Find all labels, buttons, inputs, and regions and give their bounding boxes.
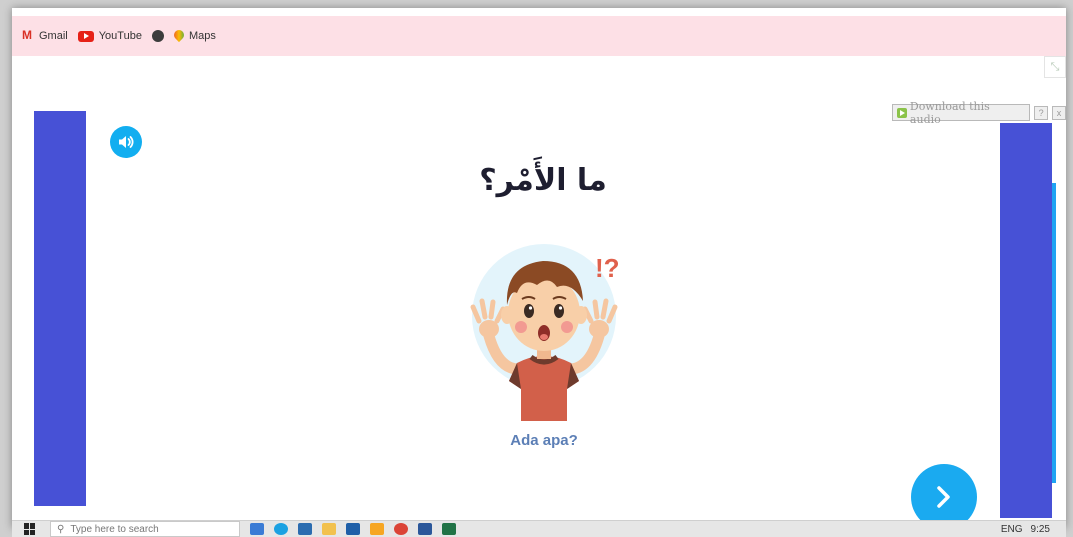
bookmark-label: YouTube xyxy=(98,30,142,42)
gmail-icon xyxy=(22,28,34,42)
bookmark-gmail[interactable]: Gmail xyxy=(22,28,68,42)
search-icon: ⚲ xyxy=(57,523,65,535)
scroll-track xyxy=(1052,183,1056,483)
word-icon[interactable] xyxy=(418,523,432,535)
windows-taskbar: ⚲ Type here to search ENG 9:25 xyxy=(12,520,1066,537)
language-indicator[interactable]: ENG xyxy=(1001,524,1023,535)
left-side-panel xyxy=(34,111,86,506)
photos-icon[interactable] xyxy=(370,523,384,535)
bookmarks-bar: Gmail YouTube Maps xyxy=(12,16,1066,56)
bookmark-label: Maps xyxy=(188,30,216,42)
play-sound-button[interactable] xyxy=(110,126,142,158)
audio-close-button[interactable]: x xyxy=(1052,105,1066,120)
translation-caption: Ada apa? xyxy=(510,432,578,449)
chevron-right-icon xyxy=(937,486,950,508)
start-button[interactable] xyxy=(24,523,36,535)
bookmark-youtube[interactable]: YouTube xyxy=(77,30,142,42)
collapse-button[interactable]: ⤡ xyxy=(1044,56,1066,78)
clock[interactable]: 9:25 xyxy=(1031,524,1050,535)
search-placeholder: Type here to search xyxy=(70,523,159,535)
lesson-slide: ما الأَمْر؟ !? Ada apa? xyxy=(34,111,1056,528)
mail-icon[interactable] xyxy=(346,523,360,535)
taskbar-search-input[interactable]: ⚲ Type here to search xyxy=(50,521,240,537)
browser-window: Gmail YouTube Maps ⤡ Download this audio… xyxy=(12,8,1066,528)
taskview-icon[interactable] xyxy=(250,523,264,535)
edge-icon[interactable] xyxy=(274,523,288,535)
file-explorer-icon[interactable] xyxy=(322,523,336,535)
store-icon[interactable] xyxy=(298,523,312,535)
right-side-panel xyxy=(1000,123,1056,518)
system-tray: ENG 9:25 xyxy=(1001,524,1066,535)
bookmark-label: Gmail xyxy=(39,30,68,42)
arabic-phrase: ما الأَمْر؟ xyxy=(479,163,607,198)
excel-icon[interactable] xyxy=(442,523,456,535)
chrome-icon[interactable] xyxy=(394,523,408,535)
exclamation-question-mark: !? xyxy=(595,253,620,283)
surprised-boy-illustration: !? xyxy=(470,244,620,421)
maps-icon xyxy=(174,30,184,42)
bookmark-globe[interactable] xyxy=(151,30,164,42)
globe-icon xyxy=(151,30,164,42)
bookmark-maps[interactable]: Maps xyxy=(174,30,216,42)
collapse-arrows-icon: ⤡ xyxy=(1050,60,1060,73)
speaker-icon xyxy=(119,136,134,148)
next-button[interactable] xyxy=(911,464,977,528)
youtube-icon xyxy=(77,30,94,42)
